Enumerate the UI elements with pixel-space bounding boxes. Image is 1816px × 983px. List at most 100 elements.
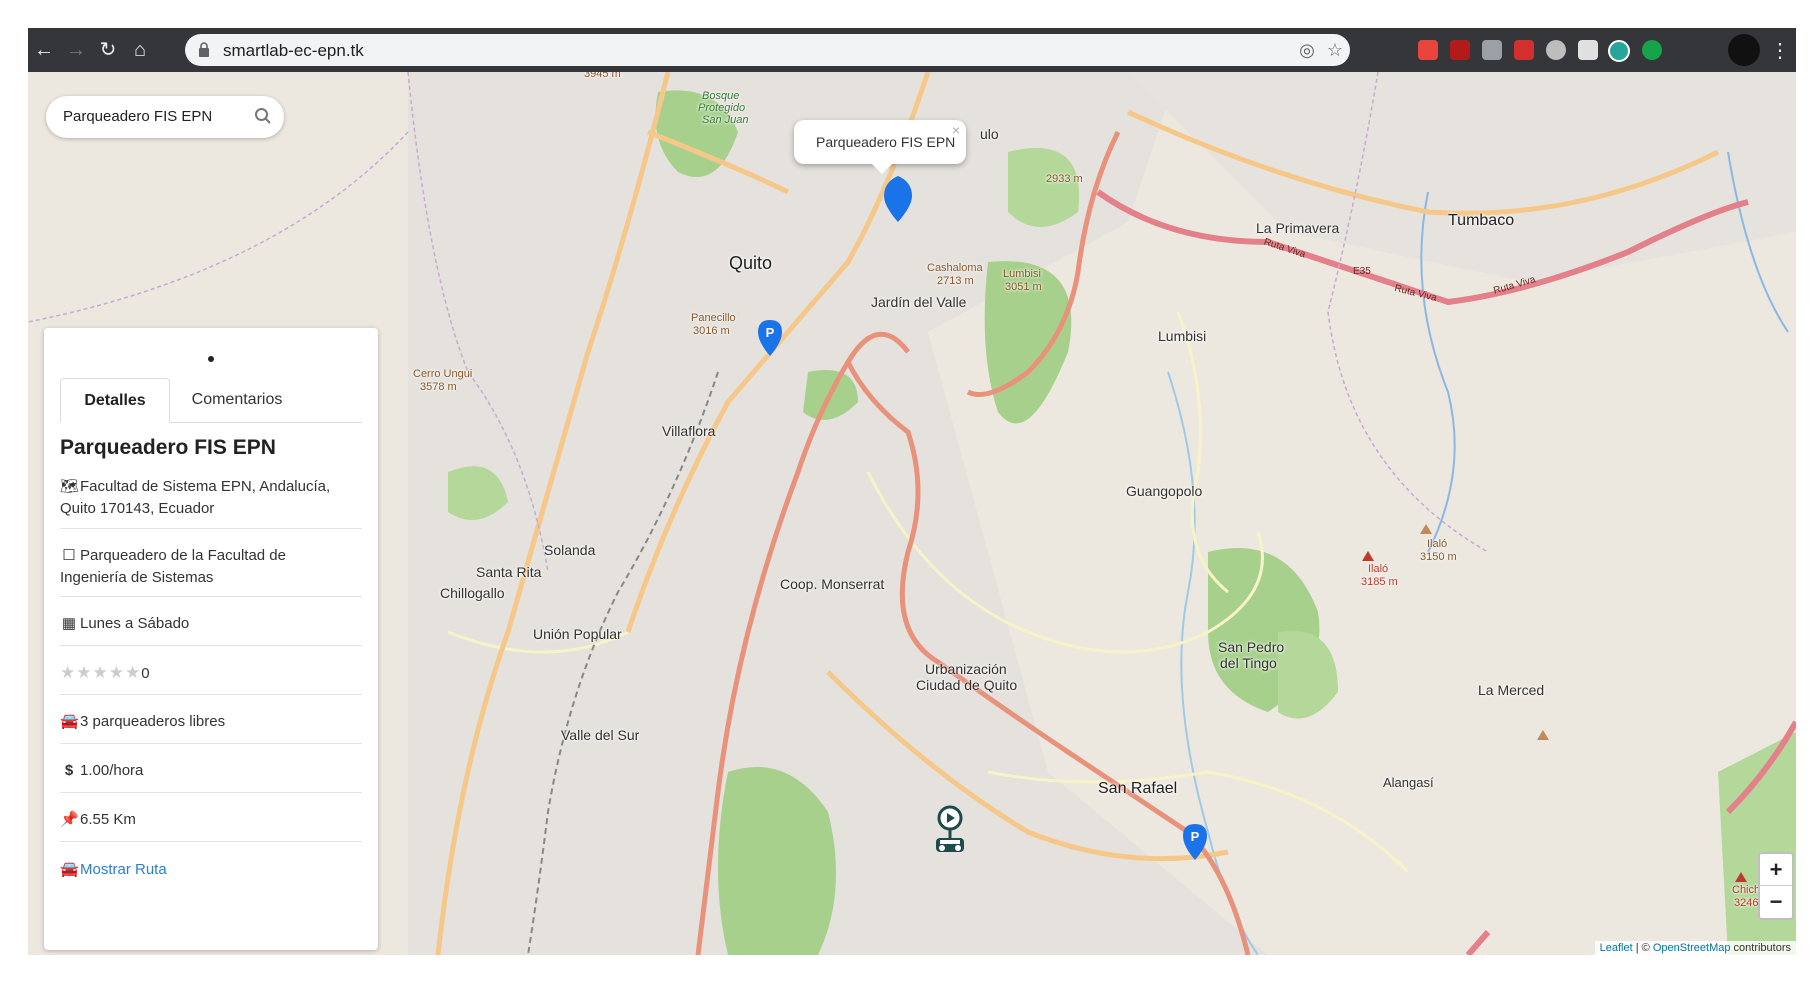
details-tabs: Detalles Comentarios [60, 378, 362, 423]
peak-cashaloma-alt: 2713 m [937, 275, 974, 287]
map-label-protegido: Protegido [698, 102, 746, 114]
peak-ilalo-a: Ilaló [1427, 538, 1448, 550]
popup-text: Parqueadero FIS EPN [816, 134, 956, 150]
extension-chrome-icon[interactable] [1418, 40, 1438, 60]
divider [60, 694, 362, 695]
rating-value: 0 [141, 665, 150, 682]
peak-ilalo-a-alt: 3150 m [1420, 551, 1457, 563]
search-icon[interactable] [254, 107, 272, 125]
map-label-la-merced: La Merced [1478, 682, 1545, 698]
map-label-quito: Quito [729, 253, 773, 273]
price-text: 1.00/hora [80, 762, 144, 779]
map-label-tumbaco: Tumbaco [1448, 212, 1515, 229]
map-label-alangasi: Alangasí [1383, 775, 1434, 790]
extension-pdf-icon[interactable] [1450, 40, 1470, 60]
address-row: 🗺Facultad de Sistema EPN, Andalucía, Qui… [60, 476, 350, 520]
extension-circle-icon[interactable] [1546, 40, 1566, 60]
map-icon: 🗺 [60, 478, 80, 495]
zoom-in-button[interactable]: + [1760, 854, 1792, 886]
map-label-chillogallo: Chillogallo [440, 585, 505, 601]
map-view[interactable]: P P Quito Jardín del Valle Villaflora So… [28, 72, 1796, 955]
svg-text:P: P [1191, 829, 1200, 844]
extension-m-icon[interactable] [1514, 40, 1534, 60]
description-text: Parqueadero de la Facultad de Ingeniería… [60, 547, 286, 586]
map-label-santa-rita: Santa Rita [476, 564, 542, 580]
peak-2933: 2933 m [1046, 173, 1083, 185]
popup-close-icon[interactable]: × [952, 122, 960, 138]
peak-cerro-ungui-alt: 3578 m [420, 381, 457, 393]
map-label-urbanizacion: Urbanización [925, 661, 1007, 677]
extension-drive-icon[interactable] [1482, 40, 1502, 60]
map-label-san-juan: San Juan [702, 114, 749, 126]
map-label-jardin-del-valle: Jardín del Valle [871, 294, 967, 310]
divider [60, 645, 362, 646]
map-label-bosque: Bosque [702, 90, 740, 102]
address-text: Facultad de Sistema EPN, Andalucía, Quit… [60, 478, 331, 517]
url-text: smartlab-ec-epn.tk [223, 41, 364, 60]
peak-lumbisi-alt: 3051 m [1005, 281, 1042, 293]
profile-avatar[interactable] [1728, 34, 1760, 66]
map-label-ulo: ulo [980, 126, 999, 142]
divider [60, 596, 362, 597]
schedule-row: ▦ Lunes a Sábado [60, 613, 350, 635]
bookmark-star-icon[interactable]: ☆ [1325, 40, 1345, 60]
rating-row: ★★★★★0 [60, 662, 350, 685]
marker-popup: Parqueadero FIS EPN × [794, 120, 966, 174]
location-icon[interactable]: ◎ [1297, 40, 1317, 60]
leaflet-link[interactable]: Leaflet [1600, 942, 1633, 954]
peak-ilalo-b-alt: 3185 m [1361, 576, 1398, 588]
tab-detalles[interactable]: Detalles [60, 378, 170, 423]
calendar-icon: ▦ [61, 615, 77, 632]
note-icon: ☐ [62, 547, 76, 564]
free-spots-row: 🚘3 parqueaderos libres [60, 711, 350, 733]
reload-icon[interactable]: ↻ [96, 38, 120, 62]
free-spots-text: 3 parqueaderos libres [80, 713, 226, 730]
car-icon: 🚘 [60, 713, 79, 730]
rating-stars[interactable]: ★★★★★ [60, 663, 141, 682]
peak-lumbisi: Lumbisi [1003, 268, 1041, 280]
map-label-solanda: Solanda [544, 542, 596, 558]
map-label-union-popular: Unión Popular [533, 626, 622, 642]
address-bar[interactable]: smartlab-ec-epn.tk ◎ ☆ [185, 34, 1350, 66]
parking-title: Parqueadero FIS EPN [60, 436, 276, 459]
zoom-out-button[interactable]: − [1760, 886, 1792, 917]
dollar-icon: $ [64, 762, 74, 779]
back-icon[interactable]: ← [32, 38, 56, 62]
peak-panecillo-alt: 3016 m [693, 325, 730, 337]
description-row: ☐ Parqueadero de la Facultad de Ingenierí… [60, 545, 350, 589]
home-icon[interactable]: ⌂ [128, 38, 152, 62]
show-route-link[interactable]: 🚘Mostrar Ruta [60, 859, 350, 881]
osm-link[interactable]: OpenStreetMap [1653, 942, 1731, 954]
peak-panecillo: Panecillo [691, 312, 736, 324]
distance-row: 📌6.55 Km [60, 809, 350, 831]
extension-doc-icon[interactable] [1578, 40, 1598, 60]
peak-3945: 3945 m [584, 72, 621, 80]
zoom-control: + − [1758, 852, 1794, 920]
road-label-e35: E35 [1353, 266, 1371, 277]
divider [60, 792, 362, 793]
divider [60, 528, 362, 529]
distance-text: 6.55 Km [80, 811, 136, 828]
extension-shield-icon[interactable] [1642, 40, 1662, 60]
map-label-coop-monserrat: Coop. Monserrat [780, 576, 885, 592]
schedule-text: Lunes a Sábado [80, 615, 190, 632]
parking-details-panel: Detalles Comentarios Parqueadero FIS EPN… [44, 328, 378, 950]
map-label-san-rafael: San Rafael [1098, 780, 1178, 797]
forward-icon[interactable]: → [64, 38, 88, 62]
map-label-san-pedro: San Pedro [1218, 639, 1285, 655]
attribution-separator: | © [1632, 942, 1653, 954]
search-input[interactable]: Parqueadero FIS EPN [63, 108, 212, 125]
attribution-suffix: contributors [1730, 942, 1791, 954]
map-attribution: Leaflet | © OpenStreetMap contributors [1594, 941, 1796, 955]
place-search-box[interactable]: Parqueadero FIS EPN [46, 96, 284, 138]
extension-pen-icon[interactable] [1608, 40, 1630, 62]
map-label-valle-del-sur: Valle del Sur [561, 727, 640, 743]
drag-handle[interactable] [208, 356, 214, 362]
menu-kebab-icon[interactable]: ⋮ [1770, 38, 1790, 63]
tab-comentarios[interactable]: Comentarios [178, 378, 296, 422]
popup-tip [872, 164, 892, 174]
map-label-del-tingo: del Tingo [1220, 655, 1277, 671]
car-icon: 🚘 [60, 861, 79, 878]
browser-window: ← → ↻ ⌂ smartlab-ec-epn.tk ◎ ☆ ⋮ P P Qui… [28, 28, 1796, 955]
divider [60, 743, 362, 744]
